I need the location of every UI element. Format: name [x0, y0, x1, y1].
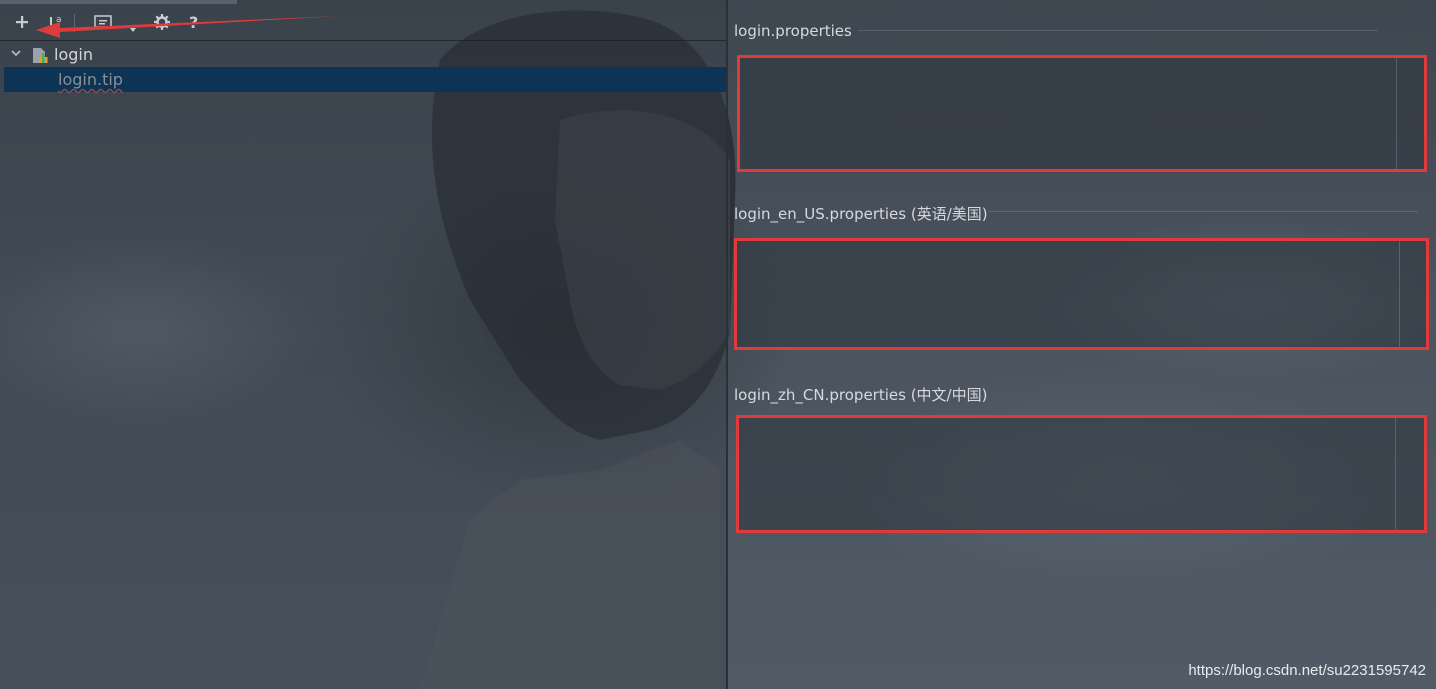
tree-node-login[interactable]: login: [4, 42, 726, 67]
toolbar-separator: [74, 14, 75, 32]
editor-en-us[interactable]: [734, 238, 1429, 350]
gear-icon: [154, 14, 170, 30]
chevron-down-icon[interactable]: [10, 47, 30, 62]
group-icon: [94, 15, 112, 28]
tree-node-login-tip[interactable]: login.tip: [4, 67, 726, 92]
editor-label-zh-cn: login_zh_CN.properties (中文/中国): [734, 386, 988, 404]
sort-alphabetically-button[interactable]: a: [44, 10, 68, 34]
editor-right-margin: [1395, 418, 1396, 530]
sort-alpha-icon: a: [50, 15, 62, 28]
add-property-button[interactable]: [10, 10, 34, 34]
tree-toolbar: a ?: [0, 6, 726, 41]
resource-bundle-icon: [30, 45, 50, 65]
section-divider: [858, 30, 1378, 31]
section-divider: [988, 211, 1418, 212]
tree-node-login-label: login: [54, 45, 93, 64]
settings-button[interactable]: [150, 10, 174, 34]
svg-text:a: a: [56, 15, 62, 25]
resource-bundle-tree-panel: a ? login login.tip: [0, 0, 726, 689]
chevron-down-icon: [130, 28, 136, 32]
plus-icon: [16, 16, 28, 28]
property-key-label: login.tip: [58, 70, 123, 89]
group-dropdown-button[interactable]: [126, 10, 140, 34]
help-icon: ?: [189, 13, 198, 31]
editor-label-en-us: login_en_US.properties (英语/美国): [734, 205, 988, 223]
help-button[interactable]: ?: [182, 10, 206, 34]
svg-text:?: ?: [189, 13, 198, 31]
editor-right-margin: [1399, 241, 1400, 347]
editor-zh-cn[interactable]: [736, 415, 1427, 533]
editor-default[interactable]: [737, 55, 1427, 172]
bundle-tree: login login.tip: [4, 42, 726, 92]
group-by-button[interactable]: [84, 10, 124, 34]
watermark-url: https://blog.csdn.net/su2231595742: [1188, 662, 1426, 679]
editor-label-default: login.properties: [734, 22, 852, 40]
editor-right-margin: [1396, 58, 1397, 169]
property-editors-panel: login.properties login_en_US.properties …: [728, 0, 1436, 689]
